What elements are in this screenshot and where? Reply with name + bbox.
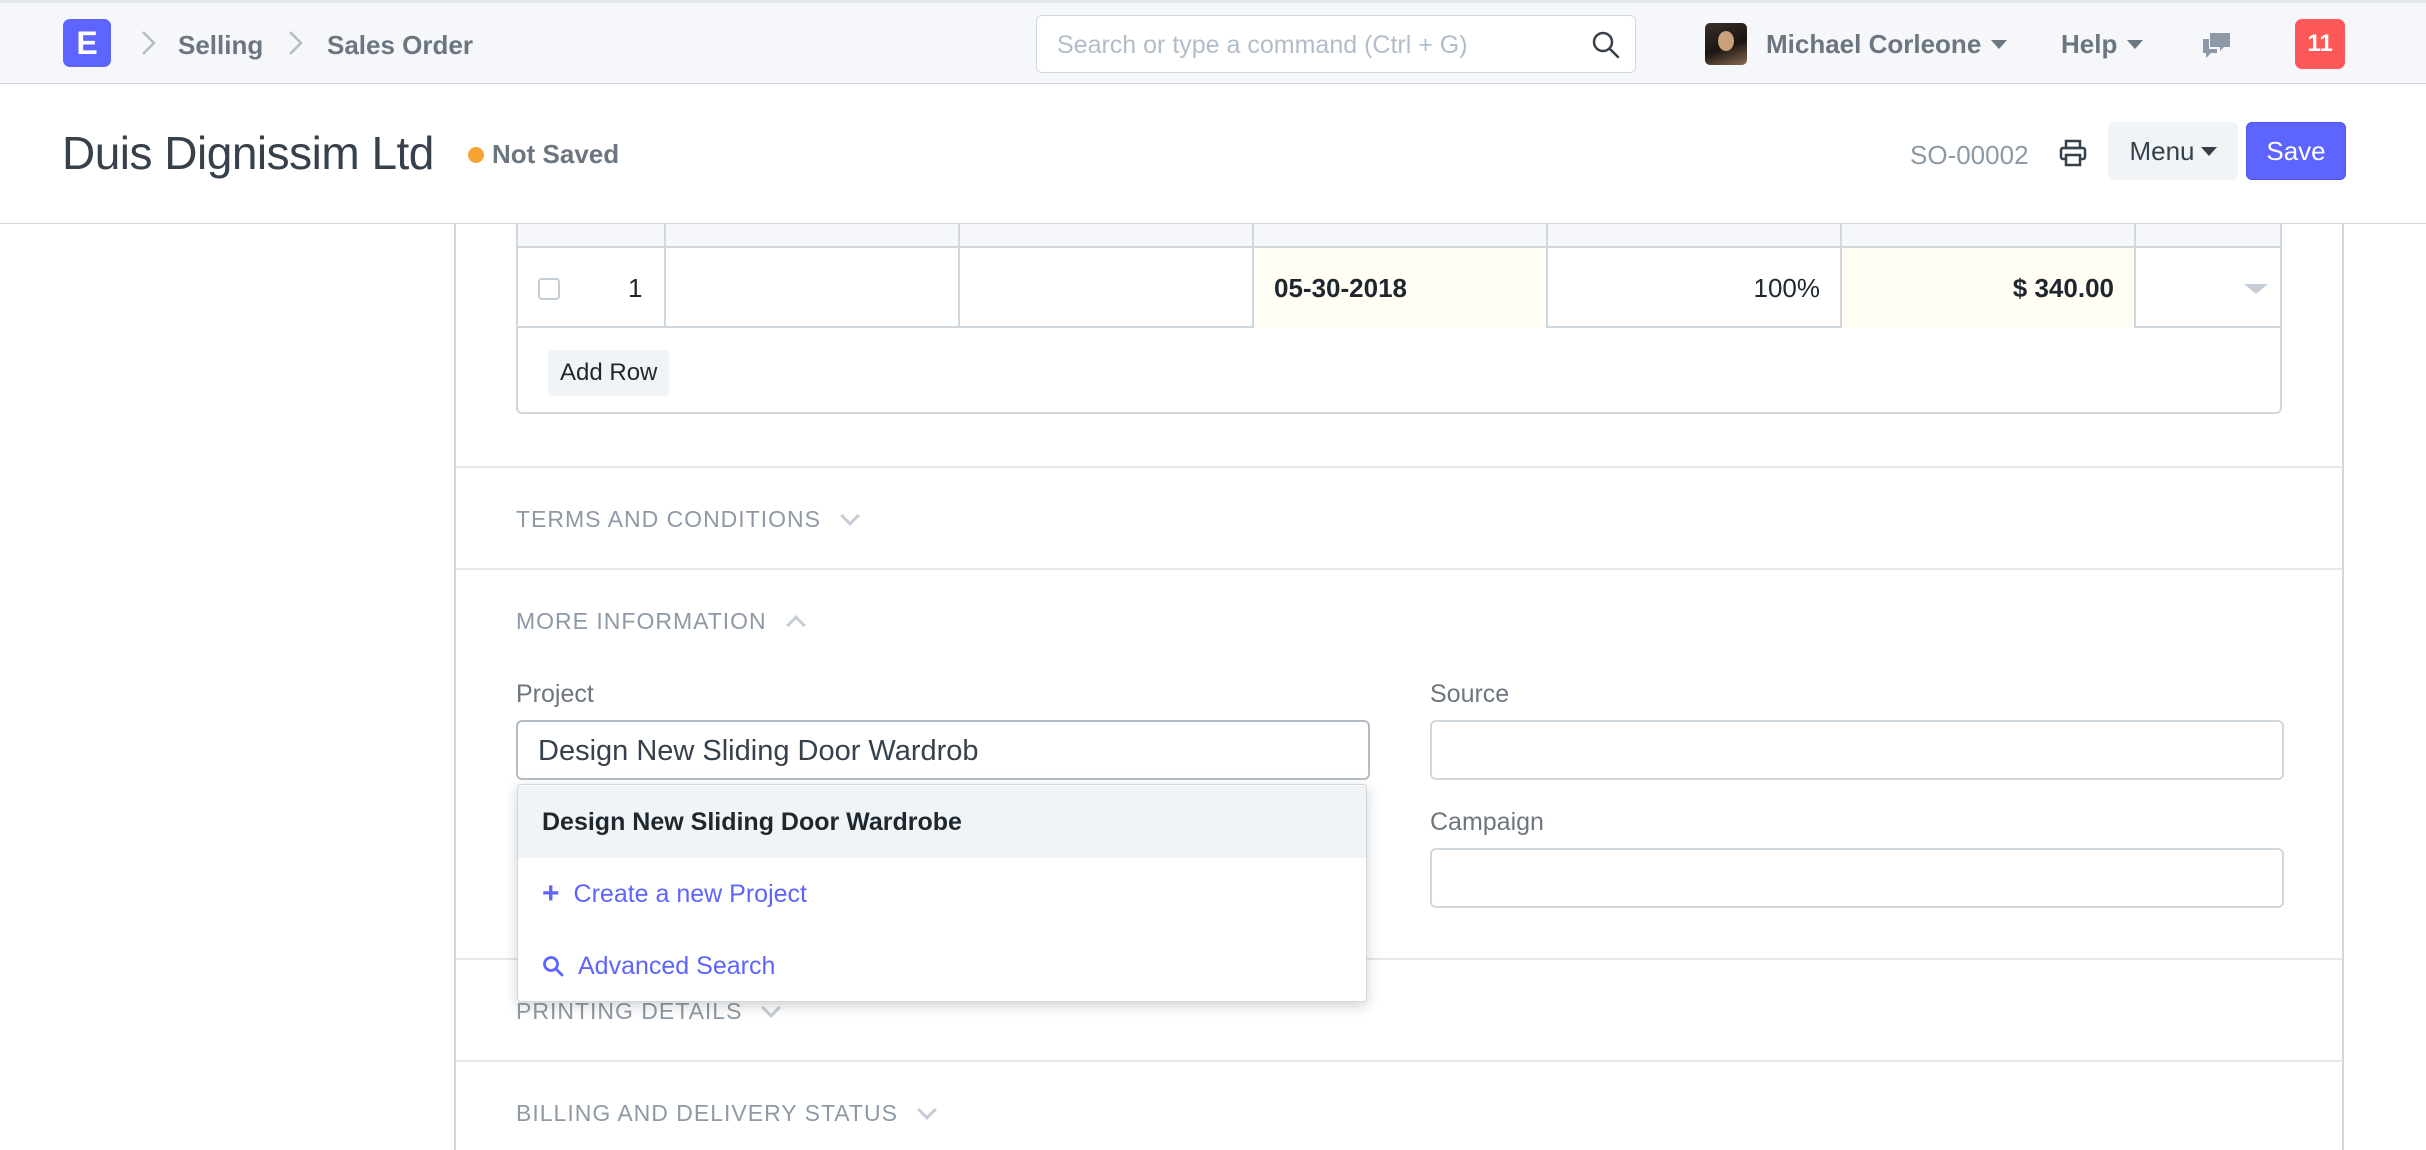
chevron-up-icon	[785, 615, 806, 635]
status-badge: Not Saved	[492, 139, 620, 169]
advanced-search-option[interactable]: Advanced Search	[518, 930, 1366, 1002]
chevron-down-icon	[840, 506, 860, 526]
menu-label: Menu	[2129, 136, 2195, 166]
add-row-button[interactable]: Add Row	[548, 350, 670, 396]
chevron-down-icon	[917, 1100, 937, 1120]
app-logo[interactable]: E	[63, 19, 111, 67]
chevron-right-icon	[142, 31, 156, 55]
create-new-project-option[interactable]: + Create a new Project	[518, 858, 1366, 930]
source-field	[1430, 720, 2284, 780]
project-field	[516, 720, 1370, 780]
search-icon[interactable]	[1591, 30, 1621, 60]
search-input[interactable]	[1057, 30, 1577, 60]
user-name: Michael Corleone	[1766, 29, 1982, 59]
awesome-bar	[1036, 15, 1636, 73]
navbar: E Selling Sales Order Michael Corleone H…	[0, 0, 2426, 84]
project-label: Project	[516, 680, 594, 708]
advanced-search-label: Advanced Search	[578, 952, 776, 980]
source-input[interactable]	[1452, 734, 2252, 768]
percent-cell[interactable]: 100%	[1548, 248, 1840, 328]
source-label: Source	[1430, 680, 1510, 708]
section-billing: BILLING AND DELIVERY STATUS	[456, 1060, 2342, 1150]
section-toggle-terms[interactable]: TERMS AND CONDITIONS	[516, 506, 860, 533]
item-code-cell[interactable]	[666, 248, 958, 328]
items-table: 1 05-30-2018 100% $ 340.00 Add Row	[516, 224, 2282, 414]
help-label: Help	[2061, 29, 2118, 59]
campaign-input[interactable]	[1452, 862, 2252, 896]
section-title: BILLING AND DELIVERY STATUS	[516, 1100, 898, 1126]
row-index-cell: 1	[518, 248, 664, 328]
user-menu[interactable]: Michael Corleone	[1766, 29, 2008, 60]
page-head: Duis Dignissim Ltd Not Saved SO-00002 Me…	[0, 84, 2426, 224]
help-menu[interactable]: Help	[2061, 29, 2144, 60]
chat-icon[interactable]	[2200, 29, 2234, 61]
caret-down-icon	[1991, 40, 2008, 50]
print-icon[interactable]	[2058, 138, 2088, 168]
description-cell[interactable]	[960, 248, 1252, 328]
notifications-badge[interactable]: 11	[2295, 19, 2345, 69]
section-toggle-billing[interactable]: BILLING AND DELIVERY STATUS	[516, 1100, 937, 1127]
campaign-field	[1430, 848, 2284, 908]
section-toggle-more-info[interactable]: MORE INFORMATION	[516, 608, 806, 635]
amount-cell[interactable]: $ 340.00	[1842, 248, 2134, 328]
table-row[interactable]: 1 05-30-2018 100% $ 340.00	[518, 248, 2280, 328]
breadcrumb-selling[interactable]: Selling	[178, 30, 263, 61]
section-title: MORE INFORMATION	[516, 608, 767, 634]
menu-button[interactable]: Menu	[2108, 122, 2238, 180]
caret-down-icon	[2200, 147, 2217, 157]
row-expand-icon[interactable]	[2244, 284, 2268, 294]
breadcrumb-sales-order[interactable]: Sales Order	[327, 30, 473, 61]
create-new-label: Create a new Project	[573, 880, 807, 908]
row-checkbox[interactable]	[538, 278, 560, 300]
user-avatar[interactable]	[1705, 23, 1747, 65]
section-toggle-printing[interactable]: PRINTING DETAILS	[516, 998, 782, 1025]
delivery-date-cell[interactable]: 05-30-2018	[1254, 248, 1546, 328]
plus-icon: +	[542, 877, 560, 910]
save-button[interactable]: Save	[2246, 122, 2346, 180]
caret-down-icon	[2127, 40, 2144, 50]
campaign-label: Campaign	[1430, 808, 1544, 836]
table-header	[518, 224, 2280, 248]
document-name: SO-00002	[1910, 140, 2029, 170]
project-input[interactable]	[538, 734, 1338, 768]
section-title: TERMS AND CONDITIONS	[516, 506, 821, 532]
status-indicator-dot	[468, 147, 484, 163]
search-icon	[543, 956, 564, 977]
row-index: 1	[628, 273, 643, 303]
project-autocomplete-dropdown: Design New Sliding Door Wardrobe + Create…	[517, 784, 1367, 1002]
form-body: 1 05-30-2018 100% $ 340.00 Add Row TERMS…	[454, 224, 2344, 1150]
page-title: Duis Dignissim Ltd	[62, 127, 434, 179]
suggestion-item[interactable]: Design New Sliding Door Wardrobe	[518, 786, 1366, 858]
section-terms: TERMS AND CONDITIONS	[456, 466, 2342, 568]
chevron-right-icon	[289, 31, 303, 55]
